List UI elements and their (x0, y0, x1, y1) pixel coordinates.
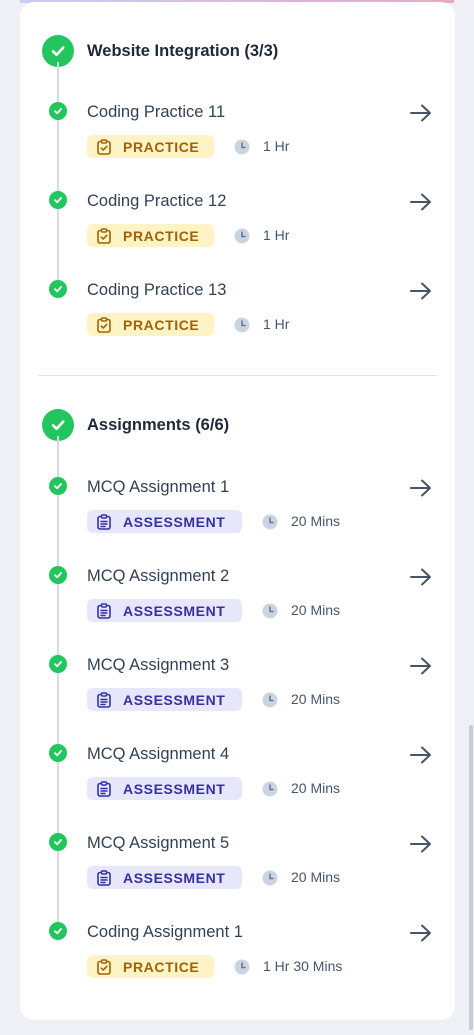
section-header[interactable]: Website Integration (3/3) (42, 34, 278, 68)
clock-icon (262, 870, 278, 886)
clipboard-list-icon (97, 513, 111, 530)
arrow-right-icon[interactable] (409, 834, 433, 854)
clipboard-check-icon (97, 138, 111, 155)
practice-tag: PRACTICE (87, 955, 214, 978)
list-item[interactable]: Coding Practice 11 PRACTICE 1 Hr (20, 102, 455, 192)
check-circle-icon (49, 191, 67, 209)
item-title[interactable]: Coding Practice 11 (87, 102, 225, 122)
clipboard-list-icon (97, 691, 111, 708)
arrow-right-icon[interactable] (409, 281, 433, 301)
list-item[interactable]: MCQ Assignment 1 ASSESSMENT 20 Mins (20, 477, 455, 567)
check-circle-icon (49, 922, 67, 940)
section-header[interactable]: Assignments (6/6) (42, 408, 229, 442)
item-title[interactable]: MCQ Assignment 5 (87, 833, 229, 853)
check-circle-icon (49, 744, 67, 762)
list-item[interactable]: MCQ Assignment 3 ASSESSMENT 20 Mins (20, 655, 455, 745)
tag-label: PRACTICE (123, 958, 200, 975)
item-title[interactable]: Coding Practice 12 (87, 191, 226, 211)
list-item[interactable]: Coding Practice 12 PRACTICE 1 Hr (20, 191, 455, 281)
assessment-tag: ASSESSMENT (87, 777, 242, 800)
list-item[interactable]: Coding Assignment 1 PRACTICE 1 Hr 30 Min… (20, 922, 455, 1012)
duration-label: 1 Hr (263, 227, 290, 243)
arrow-right-icon[interactable] (409, 745, 433, 765)
item-title[interactable]: MCQ Assignment 1 (87, 477, 229, 497)
duration-label: 1 Hr (263, 316, 290, 332)
tag-label: PRACTICE (123, 227, 200, 244)
item-title[interactable]: MCQ Assignment 2 (87, 566, 229, 586)
item-title[interactable]: Coding Assignment 1 (87, 922, 243, 942)
clipboard-check-icon (97, 316, 111, 333)
check-circle-icon (49, 477, 67, 495)
clock-icon (262, 603, 278, 619)
assessment-tag: ASSESSMENT (87, 866, 242, 889)
clipboard-list-icon (97, 869, 111, 886)
section-divider (38, 375, 437, 376)
clipboard-check-icon (97, 958, 111, 975)
clock-icon (262, 514, 278, 530)
clipboard-list-icon (97, 780, 111, 797)
item-title[interactable]: MCQ Assignment 3 (87, 655, 229, 675)
item-title[interactable]: Coding Practice 13 (87, 280, 226, 300)
course-content-card: Website Integration (3/3) Coding Practic… (20, 2, 455, 1020)
list-item[interactable]: Coding Practice 13 PRACTICE 1 Hr (20, 280, 455, 370)
practice-tag: PRACTICE (87, 313, 214, 336)
tag-label: ASSESSMENT (123, 513, 226, 530)
check-circle-icon (49, 833, 67, 851)
clipboard-list-icon (97, 602, 111, 619)
clock-icon (262, 692, 278, 708)
clock-icon (234, 317, 250, 333)
duration-label: 20 Mins (291, 869, 341, 885)
tag-label: ASSESSMENT (123, 602, 226, 619)
arrow-right-icon[interactable] (409, 656, 433, 676)
practice-tag: PRACTICE (87, 135, 214, 158)
arrow-right-icon[interactable] (409, 567, 433, 587)
clock-icon (234, 959, 250, 975)
list-item[interactable]: MCQ Assignment 4 ASSESSMENT 20 Mins (20, 744, 455, 834)
tag-label: PRACTICE (123, 138, 200, 155)
clipboard-check-icon (97, 227, 111, 244)
assessment-tag: ASSESSMENT (87, 510, 242, 533)
duration-label: 1 Hr 30 Mins (263, 958, 343, 974)
assessment-tag: ASSESSMENT (87, 688, 242, 711)
check-circle-icon (49, 566, 67, 584)
arrow-right-icon[interactable] (409, 103, 433, 123)
tag-label: PRACTICE (123, 316, 200, 333)
tag-label: ASSESSMENT (123, 869, 226, 886)
assessment-tag: ASSESSMENT (87, 599, 242, 622)
clock-icon (234, 139, 250, 155)
check-circle-icon (49, 655, 67, 673)
duration-label: 20 Mins (291, 691, 341, 707)
check-circle-icon (49, 102, 67, 120)
duration-label: 20 Mins (291, 602, 341, 618)
clock-icon (234, 228, 250, 244)
duration-label: 1 Hr (263, 138, 290, 154)
arrow-right-icon[interactable] (409, 192, 433, 212)
tag-label: ASSESSMENT (123, 780, 226, 797)
practice-tag: PRACTICE (87, 224, 214, 247)
duration-label: 20 Mins (291, 513, 341, 529)
clock-icon (262, 781, 278, 797)
section-title: Website Integration (3/3) (87, 41, 279, 60)
duration-label: 20 Mins (291, 780, 341, 796)
list-item[interactable]: MCQ Assignment 5 ASSESSMENT 20 Mins (20, 833, 455, 923)
tag-label: ASSESSMENT (123, 691, 226, 708)
item-title[interactable]: MCQ Assignment 4 (87, 744, 229, 764)
list-item[interactable]: MCQ Assignment 2 ASSESSMENT 20 Mins (20, 566, 455, 656)
section-title: Assignments (6/6) (87, 415, 230, 434)
arrow-right-icon[interactable] (409, 923, 433, 943)
arrow-right-icon[interactable] (409, 478, 433, 498)
check-circle-icon (49, 280, 67, 298)
scrollbar[interactable] (469, 725, 473, 1030)
